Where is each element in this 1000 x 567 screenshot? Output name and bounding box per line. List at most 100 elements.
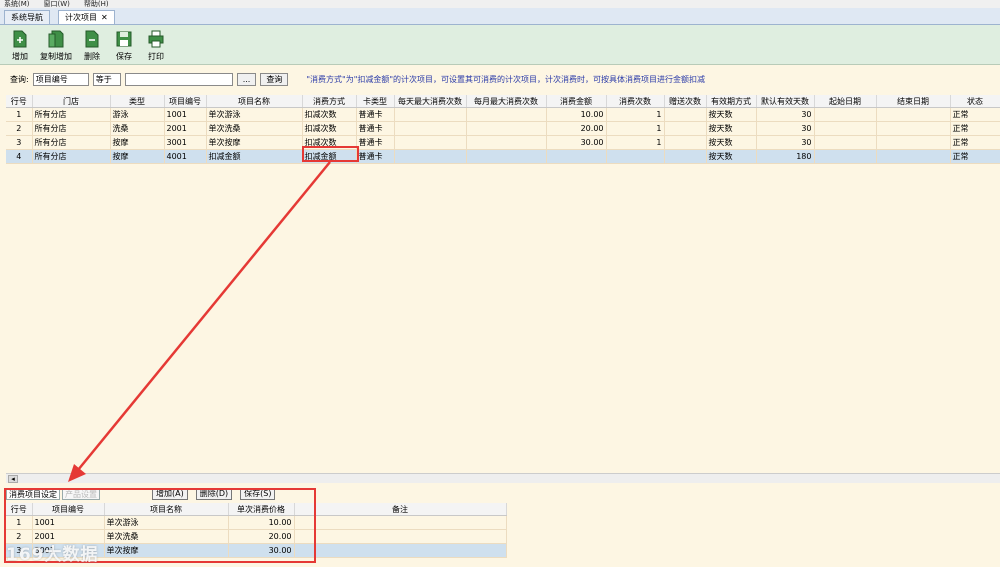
table-cell[interactable]: 单次游泳 — [206, 107, 303, 122]
horizontal-scrollbar[interactable]: ◂ — [6, 473, 1000, 483]
table-cell[interactable]: 普通卡 — [356, 135, 395, 150]
table-cell[interactable]: 10.00 — [546, 107, 607, 122]
table-cell[interactable]: 按天数 — [706, 135, 757, 150]
table-cell[interactable] — [546, 149, 607, 164]
table-cell[interactable]: 4 — [6, 149, 33, 164]
table-cell[interactable] — [466, 135, 547, 150]
table-cell[interactable] — [294, 529, 507, 544]
table-cell[interactable]: 1 — [6, 107, 33, 122]
table-cell[interactable] — [876, 149, 951, 164]
table-cell[interactable] — [394, 107, 467, 122]
sub-col-header[interactable]: 备注 — [294, 503, 507, 516]
table-cell[interactable]: 正常 — [950, 107, 1000, 122]
table-cell[interactable] — [664, 107, 707, 122]
menu-window[interactable]: 窗口(W) — [44, 0, 70, 8]
table-cell[interactable] — [466, 107, 547, 122]
table-cell[interactable]: 按天数 — [706, 149, 757, 164]
table-cell[interactable]: 1 — [606, 107, 665, 122]
query-field-select[interactable]: 项目编号 — [32, 72, 89, 86]
main-col-header[interactable]: 有效期方式 — [706, 95, 757, 108]
main-col-header[interactable]: 门店 — [32, 95, 111, 108]
table-cell[interactable]: 30 — [756, 121, 815, 136]
copy-add-button[interactable]: 复制增加 — [36, 25, 76, 63]
main-col-header[interactable]: 默认有效天数 — [756, 95, 815, 108]
table-cell[interactable]: 按天数 — [706, 121, 757, 136]
table-cell[interactable]: 所有分店 — [32, 135, 111, 150]
main-col-header[interactable]: 赠送次数 — [664, 95, 707, 108]
table-row[interactable]: 3 所有分店 按摩 3001 单次按摩 扣减次数 普通卡 30.00 1 按天数 30 正常 — [6, 135, 1000, 150]
query-value-input[interactable] — [124, 72, 233, 86]
table-cell[interactable] — [814, 135, 877, 150]
table-cell[interactable] — [394, 121, 467, 136]
main-col-header[interactable]: 类型 — [110, 95, 165, 108]
table-cell[interactable]: 1001 — [164, 107, 207, 122]
main-col-header[interactable]: 项目编号 — [164, 95, 207, 108]
scroll-left-icon[interactable]: ◂ — [8, 475, 18, 483]
table-cell[interactable] — [466, 149, 547, 164]
table-cell[interactable] — [394, 135, 467, 150]
table-cell[interactable]: 按摩 — [110, 149, 165, 164]
table-row[interactable]: 2 所有分店 洗桑 2001 单次洗桑 扣减次数 普通卡 20.00 1 按天数 30 正常 — [6, 121, 1000, 136]
table-cell[interactable]: 按天数 — [706, 107, 757, 122]
table-cell[interactable] — [876, 135, 951, 150]
table-cell[interactable]: 30 — [756, 135, 815, 150]
table-cell[interactable]: 3 — [6, 135, 33, 150]
table-cell[interactable]: 20.00 — [546, 121, 607, 136]
table-cell[interactable]: 单次洗桑 — [206, 121, 303, 136]
table-cell[interactable]: 正常 — [950, 135, 1000, 150]
main-col-header[interactable]: 卡类型 — [356, 95, 395, 108]
browse-button[interactable]: ... — [236, 72, 257, 86]
add-button[interactable]: 增加 — [4, 25, 36, 63]
table-cell[interactable]: 普通卡 — [356, 107, 395, 122]
table-cell[interactable] — [876, 107, 951, 122]
table-cell[interactable]: 扣减金额 — [206, 149, 303, 164]
table-cell[interactable]: 按摩 — [110, 135, 165, 150]
tab-count-items[interactable]: 计次项目 ✕ — [58, 10, 115, 24]
main-col-header[interactable]: 起始日期 — [814, 95, 877, 108]
table-cell[interactable] — [294, 515, 507, 530]
query-button[interactable]: 查询 — [260, 72, 289, 86]
print-button[interactable]: 打印 — [140, 25, 172, 63]
table-cell[interactable]: 所有分店 — [32, 149, 111, 164]
table-cell[interactable]: 普通卡 — [356, 149, 395, 164]
table-cell[interactable] — [814, 149, 877, 164]
main-col-header[interactable]: 消费金额 — [546, 95, 607, 108]
table-cell[interactable] — [394, 149, 467, 164]
table-cell[interactable] — [814, 107, 877, 122]
table-cell[interactable]: 1 — [606, 135, 665, 150]
main-col-header[interactable]: 行号 — [6, 95, 33, 108]
table-cell[interactable]: 1 — [606, 121, 665, 136]
main-col-header[interactable]: 消费方式 — [302, 95, 357, 108]
table-cell[interactable]: 所有分店 — [32, 121, 111, 136]
save-button[interactable]: 保存 — [108, 25, 140, 63]
table-cell[interactable]: 2001 — [164, 121, 207, 136]
close-icon[interactable]: ✕ — [101, 13, 108, 22]
table-cell[interactable]: 所有分店 — [32, 107, 111, 122]
table-cell[interactable] — [814, 121, 877, 136]
menu-system[interactable]: 系统(M) — [4, 0, 30, 8]
menu-help[interactable]: 帮助(H) — [84, 0, 109, 8]
table-cell[interactable]: 2 — [6, 121, 33, 136]
table-cell[interactable]: 30.00 — [546, 135, 607, 150]
main-col-header[interactable]: 每天最大消费次数 — [394, 95, 467, 108]
query-operator-select[interactable]: 等于 — [92, 72, 121, 86]
table-cell[interactable]: 30 — [756, 107, 815, 122]
table-cell[interactable]: 3001 — [164, 135, 207, 150]
table-cell[interactable] — [606, 149, 665, 164]
table-cell[interactable]: 4001 — [164, 149, 207, 164]
main-col-header[interactable]: 结束日期 — [876, 95, 951, 108]
table-cell[interactable]: 洗桑 — [110, 121, 165, 136]
table-cell[interactable] — [664, 149, 707, 164]
table-cell[interactable] — [876, 121, 951, 136]
table-cell[interactable]: 扣减次数 — [302, 121, 357, 136]
main-col-header[interactable]: 消费次数 — [606, 95, 665, 108]
main-col-header[interactable]: 项目名称 — [206, 95, 303, 108]
table-row[interactable]: 1 所有分店 游泳 1001 单次游泳 扣减次数 普通卡 10.00 1 按天数 30 正常 — [6, 107, 1000, 122]
table-cell[interactable] — [466, 121, 547, 136]
table-row[interactable]: 4 所有分店 按摩 4001 扣减金额 扣减金额 普通卡 按天数 180 正常 — [6, 149, 1000, 164]
table-cell[interactable]: 扣减次数 — [302, 107, 357, 122]
tab-system-navigation[interactable]: 系统导航 — [4, 10, 50, 24]
main-col-header[interactable]: 状态 — [950, 95, 1000, 108]
table-cell[interactable] — [664, 135, 707, 150]
table-cell[interactable]: 正常 — [950, 149, 1000, 164]
